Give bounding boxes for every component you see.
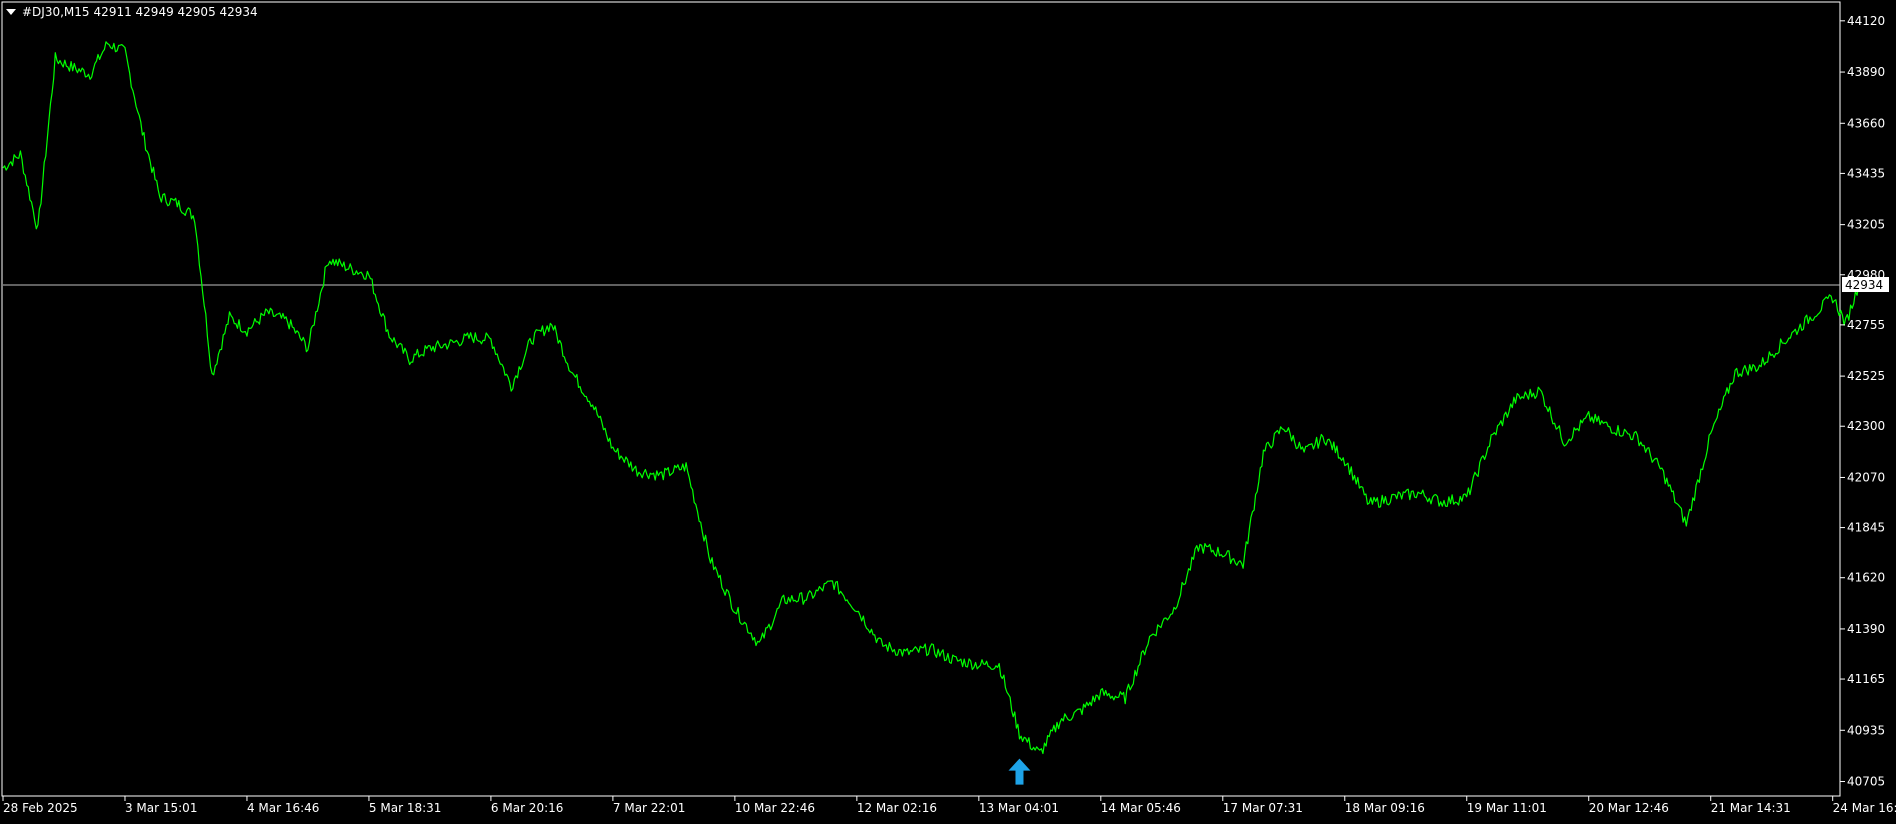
x-tick-label: 28 Feb 2025 xyxy=(3,801,78,815)
x-tick-label: 21 Mar 14:31 xyxy=(1711,801,1791,815)
y-tick-label: 43435 xyxy=(1847,166,1885,180)
y-tick-label: 42300 xyxy=(1847,419,1885,433)
x-tick-label: 10 Mar 22:46 xyxy=(735,801,815,815)
chart-svg[interactable]: 4412043890436604343543205429804275542525… xyxy=(0,0,1896,820)
y-tick-label: 41390 xyxy=(1847,622,1885,636)
x-tick-label: 5 Mar 18:31 xyxy=(369,801,442,815)
x-tick-label: 19 Mar 11:01 xyxy=(1467,801,1547,815)
y-tick-label: 40935 xyxy=(1847,723,1885,737)
y-tick-label: 42525 xyxy=(1847,369,1885,383)
ohlc-values: 42911 42949 42905 42934 xyxy=(93,5,258,19)
x-tick-label: 20 Mar 12:46 xyxy=(1589,801,1669,815)
x-tick-label: 17 Mar 07:31 xyxy=(1223,801,1303,815)
x-tick-label: 13 Mar 04:01 xyxy=(979,801,1059,815)
chart-header: #DJ30,M15 42911 42949 42905 42934 xyxy=(4,3,262,21)
y-tick-label: 42755 xyxy=(1847,318,1885,332)
y-tick-label: 44120 xyxy=(1847,14,1885,28)
plot-background xyxy=(0,0,1896,820)
x-tick-label: 18 Mar 09:16 xyxy=(1345,801,1425,815)
x-tick-label: 7 Mar 22:01 xyxy=(613,801,686,815)
current-price-label: 42934 xyxy=(1845,278,1883,292)
x-tick-label: 3 Mar 15:01 xyxy=(125,801,198,815)
x-tick-label: 6 Mar 20:16 xyxy=(491,801,564,815)
x-tick-label: 12 Mar 02:16 xyxy=(857,801,937,815)
symbol-label: #DJ30,M15 xyxy=(22,5,90,19)
y-tick-label: 43890 xyxy=(1847,65,1885,79)
x-tick-label: 4 Mar 16:46 xyxy=(247,801,320,815)
y-tick-label: 40705 xyxy=(1847,775,1885,789)
x-tick-label: 24 Mar 16:16 xyxy=(1833,801,1896,815)
y-tick-label: 41845 xyxy=(1847,521,1885,535)
chart-menu-arrow-icon[interactable] xyxy=(6,9,16,15)
y-tick-label: 43660 xyxy=(1847,116,1885,130)
y-tick-label: 43205 xyxy=(1847,218,1885,232)
y-tick-label: 41620 xyxy=(1847,571,1885,585)
chart[interactable]: 44120 43890 43660 43435 43205 42980 42755 42525… xyxy=(0,0,1896,820)
y-tick-label: 41165 xyxy=(1847,672,1885,686)
x-tick-label: 14 Mar 05:46 xyxy=(1101,801,1181,815)
y-tick-label: 42070 xyxy=(1847,470,1885,484)
